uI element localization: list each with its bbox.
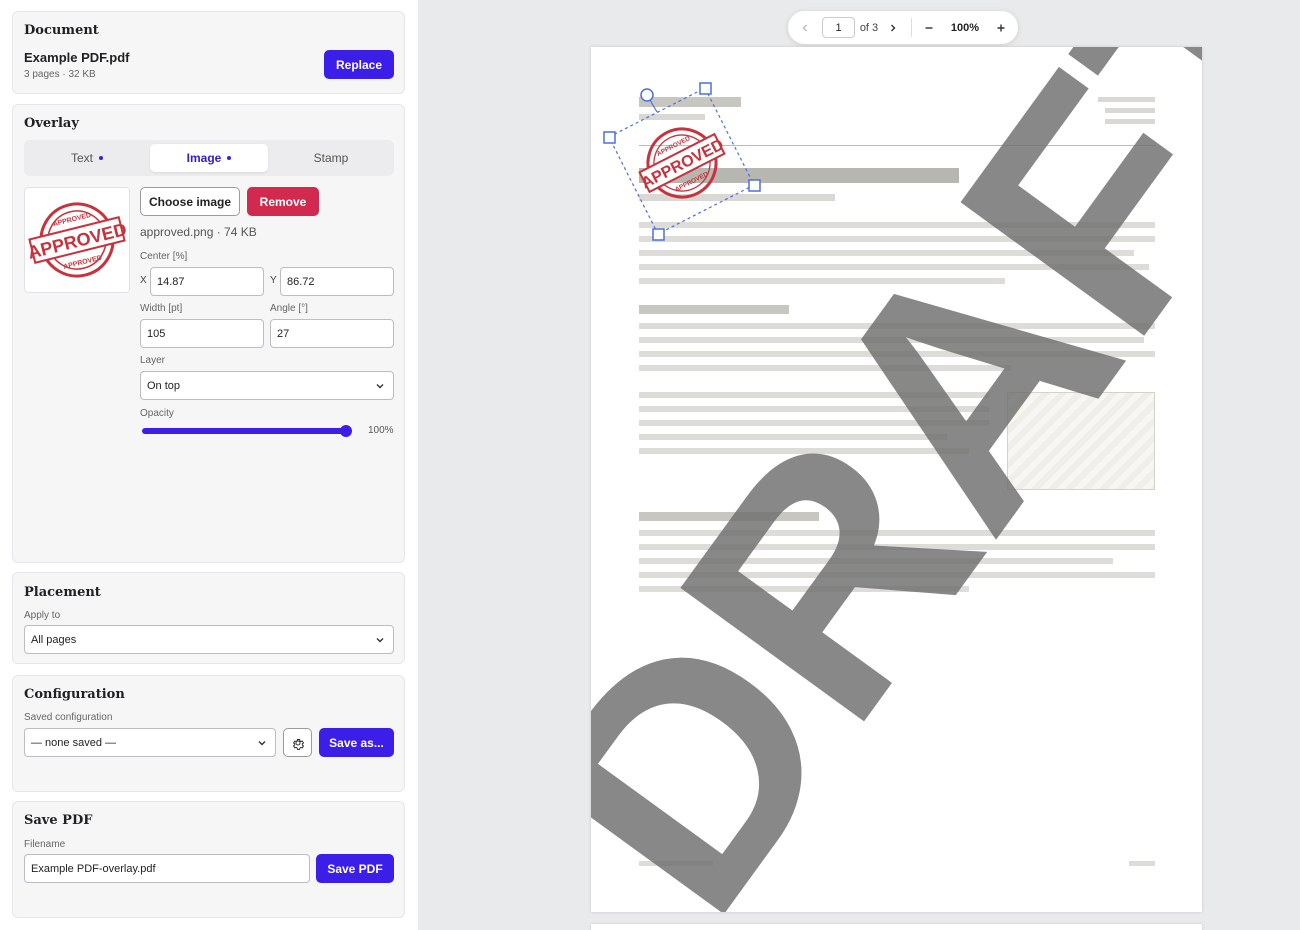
rotate-handle[interactable]: [640, 88, 654, 102]
image-file-info: approved.png · 74 KB: [140, 225, 257, 239]
tab-image-dot: [227, 156, 232, 160]
approved-stamp-overlay: APPROVED APPROVED APPROVED: [638, 127, 727, 199]
approved-stamp-thumbnail: APPROVED APPROVED APPROVED: [26, 202, 129, 278]
layer-select-value: On top: [147, 379, 181, 392]
placement-title: Placement: [24, 585, 101, 600]
layer-label: Layer: [140, 355, 166, 366]
width-input[interactable]: 105: [140, 319, 264, 348]
gear-icon: [292, 738, 304, 750]
config-settings-button[interactable]: [283, 728, 312, 757]
chevron-down-icon: [376, 383, 384, 388]
settings-panel: Document Example PDF.pdf 3 pages · 32 KB…: [0, 0, 418, 930]
page-number-input[interactable]: 1: [822, 17, 855, 38]
configuration-card: Configuration Saved configuration — none…: [12, 675, 405, 792]
chevron-left-icon: [802, 24, 807, 31]
y-label: Y: [270, 275, 277, 286]
placement-card: Placement Apply to All pages: [12, 572, 405, 664]
resize-handle-top-left[interactable]: [603, 131, 616, 144]
plus-icon: [997, 24, 1005, 31]
width-label: Width [pt]: [140, 303, 183, 314]
layer-select[interactable]: On top: [140, 371, 394, 400]
opacity-value: 100%: [368, 425, 394, 436]
image-thumbnail: APPROVED APPROVED APPROVED: [24, 187, 130, 293]
pdf-page: DRAFT APPROVED APPROVED APPROVED: [591, 47, 1202, 912]
remove-image-button[interactable]: Remove: [247, 187, 319, 216]
saved-config-select[interactable]: — none saved —: [24, 728, 276, 757]
filename-label: Filename: [24, 839, 66, 850]
chevron-down-icon: [376, 637, 384, 642]
overlay-title: Overlay: [24, 116, 79, 131]
document-title: Document: [24, 23, 99, 38]
resize-handle-bottom-left[interactable]: [652, 228, 665, 241]
replace-button[interactable]: Replace: [324, 50, 394, 79]
page-total: of 3: [859, 21, 879, 34]
opacity-slider-track[interactable]: [142, 428, 346, 434]
resize-handle-top-right[interactable]: [699, 82, 712, 95]
filename-input[interactable]: Example PDF-overlay.pdf: [24, 854, 310, 883]
chevron-right-icon: [891, 24, 896, 31]
document-meta: 3 pages · 32 KB: [24, 69, 96, 80]
opacity-label: Opacity: [140, 408, 174, 419]
document-filename: Example PDF.pdf: [24, 50, 130, 65]
save-pdf-title: Save PDF: [24, 813, 93, 828]
tab-image-label: Image: [186, 151, 222, 165]
overlay-card: Overlay Text Image Stamp APPROVED APPROV…: [12, 104, 405, 563]
opacity-slider-thumb[interactable]: [340, 425, 352, 437]
resize-handle-bottom-right[interactable]: [748, 179, 761, 192]
save-as-button[interactable]: Save as...: [319, 728, 394, 757]
tab-text-label: Text: [70, 151, 93, 165]
choose-image-button[interactable]: Choose image: [140, 187, 240, 216]
toolbar-divider: [911, 18, 912, 37]
chevron-down-icon: [258, 740, 266, 745]
center-label: Center [%]: [140, 251, 188, 262]
tab-stamp[interactable]: Stamp: [272, 144, 390, 172]
overlay-layer: DRAFT APPROVED APPROVED APPROVED: [591, 47, 1202, 912]
tab-stamp-label: Stamp: [313, 151, 349, 165]
center-x-input[interactable]: 14.87: [150, 267, 264, 296]
overlay-type-tabs: Text Image Stamp: [24, 140, 394, 176]
tab-text-dot: [99, 156, 103, 160]
angle-input[interactable]: 27: [270, 319, 394, 348]
document-card: Document Example PDF.pdf 3 pages · 32 KB…: [12, 11, 405, 94]
draft-watermark: DRAFT: [591, 47, 1202, 912]
saved-config-label: Saved configuration: [24, 712, 113, 723]
angle-label: Angle [°]: [270, 303, 308, 314]
configuration-title: Configuration: [24, 687, 125, 702]
x-label: X: [140, 275, 147, 286]
saved-config-value: — none saved —: [31, 736, 116, 749]
tab-text[interactable]: Text: [28, 144, 146, 172]
thumbnail-main-text: APPROVED: [26, 219, 129, 263]
minus-icon: [925, 26, 933, 29]
next-page-button[interactable]: [884, 11, 902, 44]
viewer-toolbar: 1 of 3 100%: [788, 11, 1018, 44]
center-y-input[interactable]: 86.72: [280, 267, 394, 296]
save-pdf-button[interactable]: Save PDF: [316, 854, 394, 883]
tab-image[interactable]: Image: [150, 144, 268, 172]
save-pdf-card: Save PDF Filename Example PDF-overlay.pd…: [12, 801, 405, 918]
zoom-level: 100%: [950, 21, 980, 34]
zoom-out-button[interactable]: [920, 11, 938, 44]
zoom-in-button[interactable]: [992, 11, 1010, 44]
apply-to-value: All pages: [31, 633, 77, 646]
apply-to-select[interactable]: All pages: [24, 625, 394, 654]
apply-to-label: Apply to: [24, 610, 61, 621]
prev-page-button[interactable]: [796, 11, 814, 44]
pdf-viewer: 1 of 3 100% DRAFT APPROVED APPROVED APPR…: [418, 0, 1300, 930]
pdf-page-next: [591, 924, 1202, 930]
